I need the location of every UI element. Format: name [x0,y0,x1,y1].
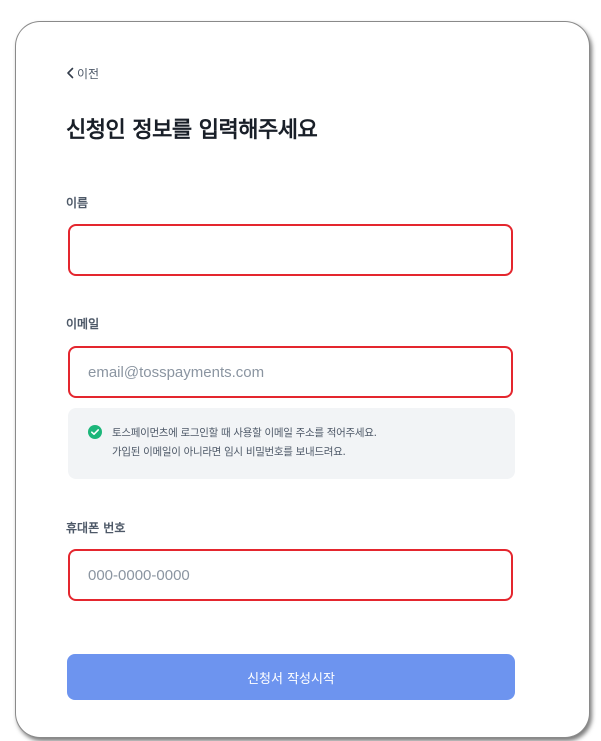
name-field-wrapper [68,224,513,276]
email-field[interactable] [88,363,493,381]
name-field[interactable] [88,241,493,259]
phone-label: 휴대폰 번호 [66,521,126,535]
back-button[interactable]: 이전 [66,62,99,84]
phone-field-wrapper [68,549,513,601]
name-label: 이름 [66,196,89,210]
chevron-left-icon [66,67,75,79]
notice-line-1: 토스페이먼츠에 로그인할 때 사용할 이메일 주소를 적어주세요. [112,427,377,439]
notice-line-2: 가입된 이메일이 아니라면 임시 비밀번호를 보내드려요. [112,446,346,458]
email-field-wrapper [68,346,513,398]
phone-field[interactable] [88,566,493,584]
submit-button[interactable]: 신청서 작성시작 [67,654,515,700]
back-label: 이전 [77,66,100,81]
page-title: 신청인 정보를 입력해주세요 [66,118,318,143]
email-label: 이메일 [66,317,100,331]
email-notice: 토스페이먼츠에 로그인할 때 사용할 이메일 주소를 적어주세요. 가입된 이메… [68,408,515,479]
check-circle-icon [88,425,102,439]
notice-text: 토스페이먼츠에 로그인할 때 사용할 이메일 주소를 적어주세요. 가입된 이메… [112,424,377,462]
